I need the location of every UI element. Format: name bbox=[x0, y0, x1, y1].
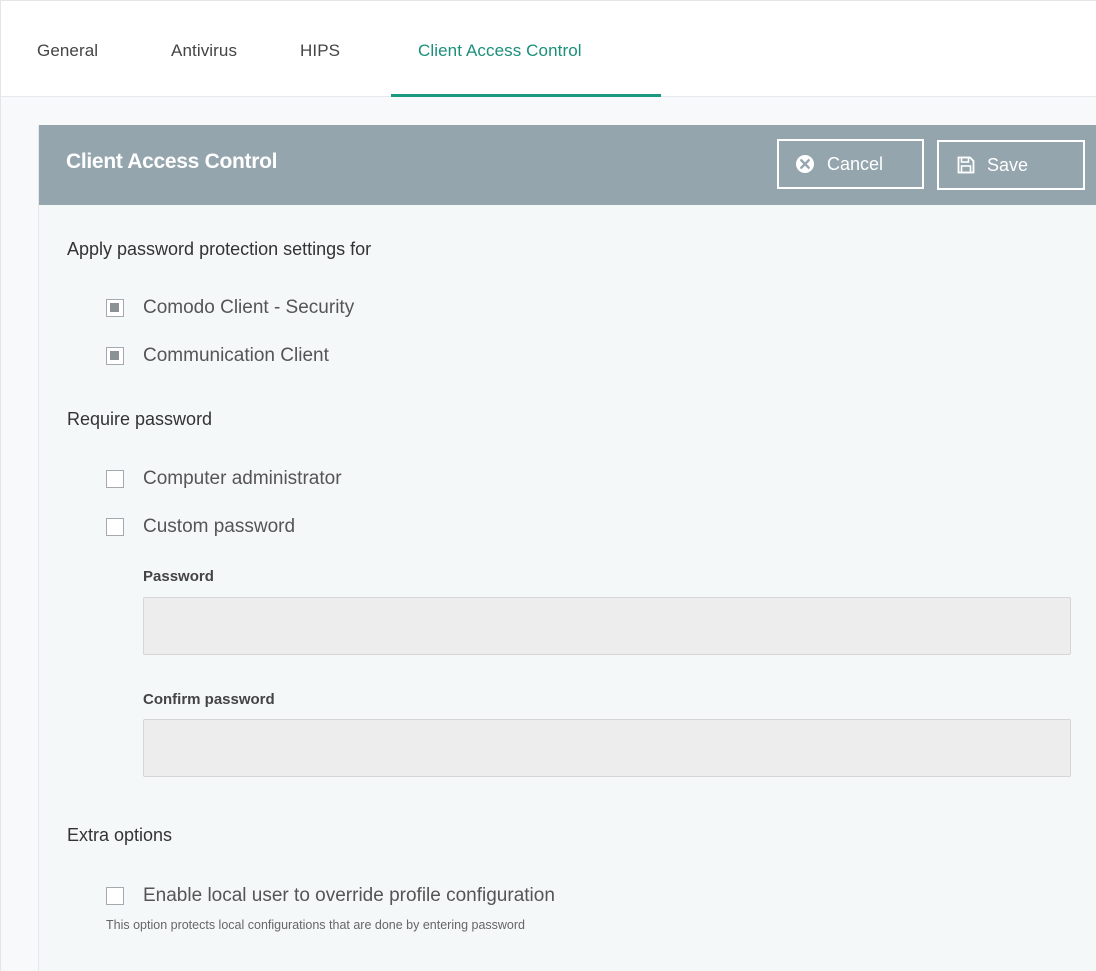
cancel-button[interactable]: Cancel bbox=[777, 139, 924, 189]
client-access-control-panel: Client Access Control Cancel Save Apply … bbox=[38, 125, 1096, 971]
password-field[interactable] bbox=[143, 597, 1071, 655]
checkbox-custom-password[interactable]: Custom password bbox=[106, 516, 295, 538]
panel-header: Client Access Control Cancel Save bbox=[39, 125, 1096, 205]
checkbox[interactable] bbox=[106, 470, 124, 488]
extra-options-heading: Extra options bbox=[67, 825, 173, 845]
checkbox-communication-client[interactable]: Communication Client bbox=[106, 345, 329, 367]
checkbox[interactable] bbox=[106, 518, 124, 536]
checkbox-comodo-client-security[interactable]: Comodo Client - Security bbox=[106, 297, 354, 319]
require-password-heading: Require password bbox=[67, 409, 213, 429]
save-button-label: Save bbox=[987, 154, 1029, 175]
checkbox-label: Computer administrator bbox=[143, 468, 342, 489]
tab-general[interactable]: General bbox=[37, 41, 98, 97]
confirm-password-field-label: Confirm password bbox=[143, 691, 275, 708]
cancel-button-label: Cancel bbox=[827, 153, 884, 174]
confirm-password-field[interactable] bbox=[143, 719, 1071, 777]
checkbox-label: Enable local user to override profile co… bbox=[143, 885, 555, 906]
tab-hips[interactable]: HIPS bbox=[300, 41, 340, 97]
tab-bar: General Antivirus HIPS Client Access Con… bbox=[1, 1, 1096, 97]
cancel-circle-x-icon bbox=[795, 154, 815, 174]
tab-client-access-control[interactable]: Client Access Control bbox=[391, 41, 661, 97]
checkbox-label: Comodo Client - Security bbox=[143, 297, 355, 318]
checkbox-computer-administrator[interactable]: Computer administrator bbox=[106, 468, 342, 490]
save-button[interactable]: Save bbox=[937, 140, 1085, 190]
floppy-disk-icon bbox=[957, 156, 975, 174]
checkbox-local-user-override[interactable]: Enable local user to override profile co… bbox=[106, 885, 555, 907]
password-protection-heading: Apply password protection settings for bbox=[67, 239, 372, 259]
checkbox[interactable] bbox=[106, 887, 124, 905]
checkbox-indeterminate[interactable] bbox=[106, 347, 124, 365]
override-hint-text: This option protects local configuration… bbox=[106, 918, 525, 932]
checkbox-label: Custom password bbox=[143, 516, 296, 537]
profile-editor-page: General Antivirus HIPS Client Access Con… bbox=[0, 0, 1096, 971]
checkbox-label: Communication Client bbox=[143, 345, 329, 366]
password-field-label: Password bbox=[143, 568, 214, 585]
tab-antivirus[interactable]: Antivirus bbox=[171, 41, 237, 97]
checkbox-indeterminate[interactable] bbox=[106, 299, 124, 317]
panel-title: Client Access Control bbox=[66, 150, 278, 173]
